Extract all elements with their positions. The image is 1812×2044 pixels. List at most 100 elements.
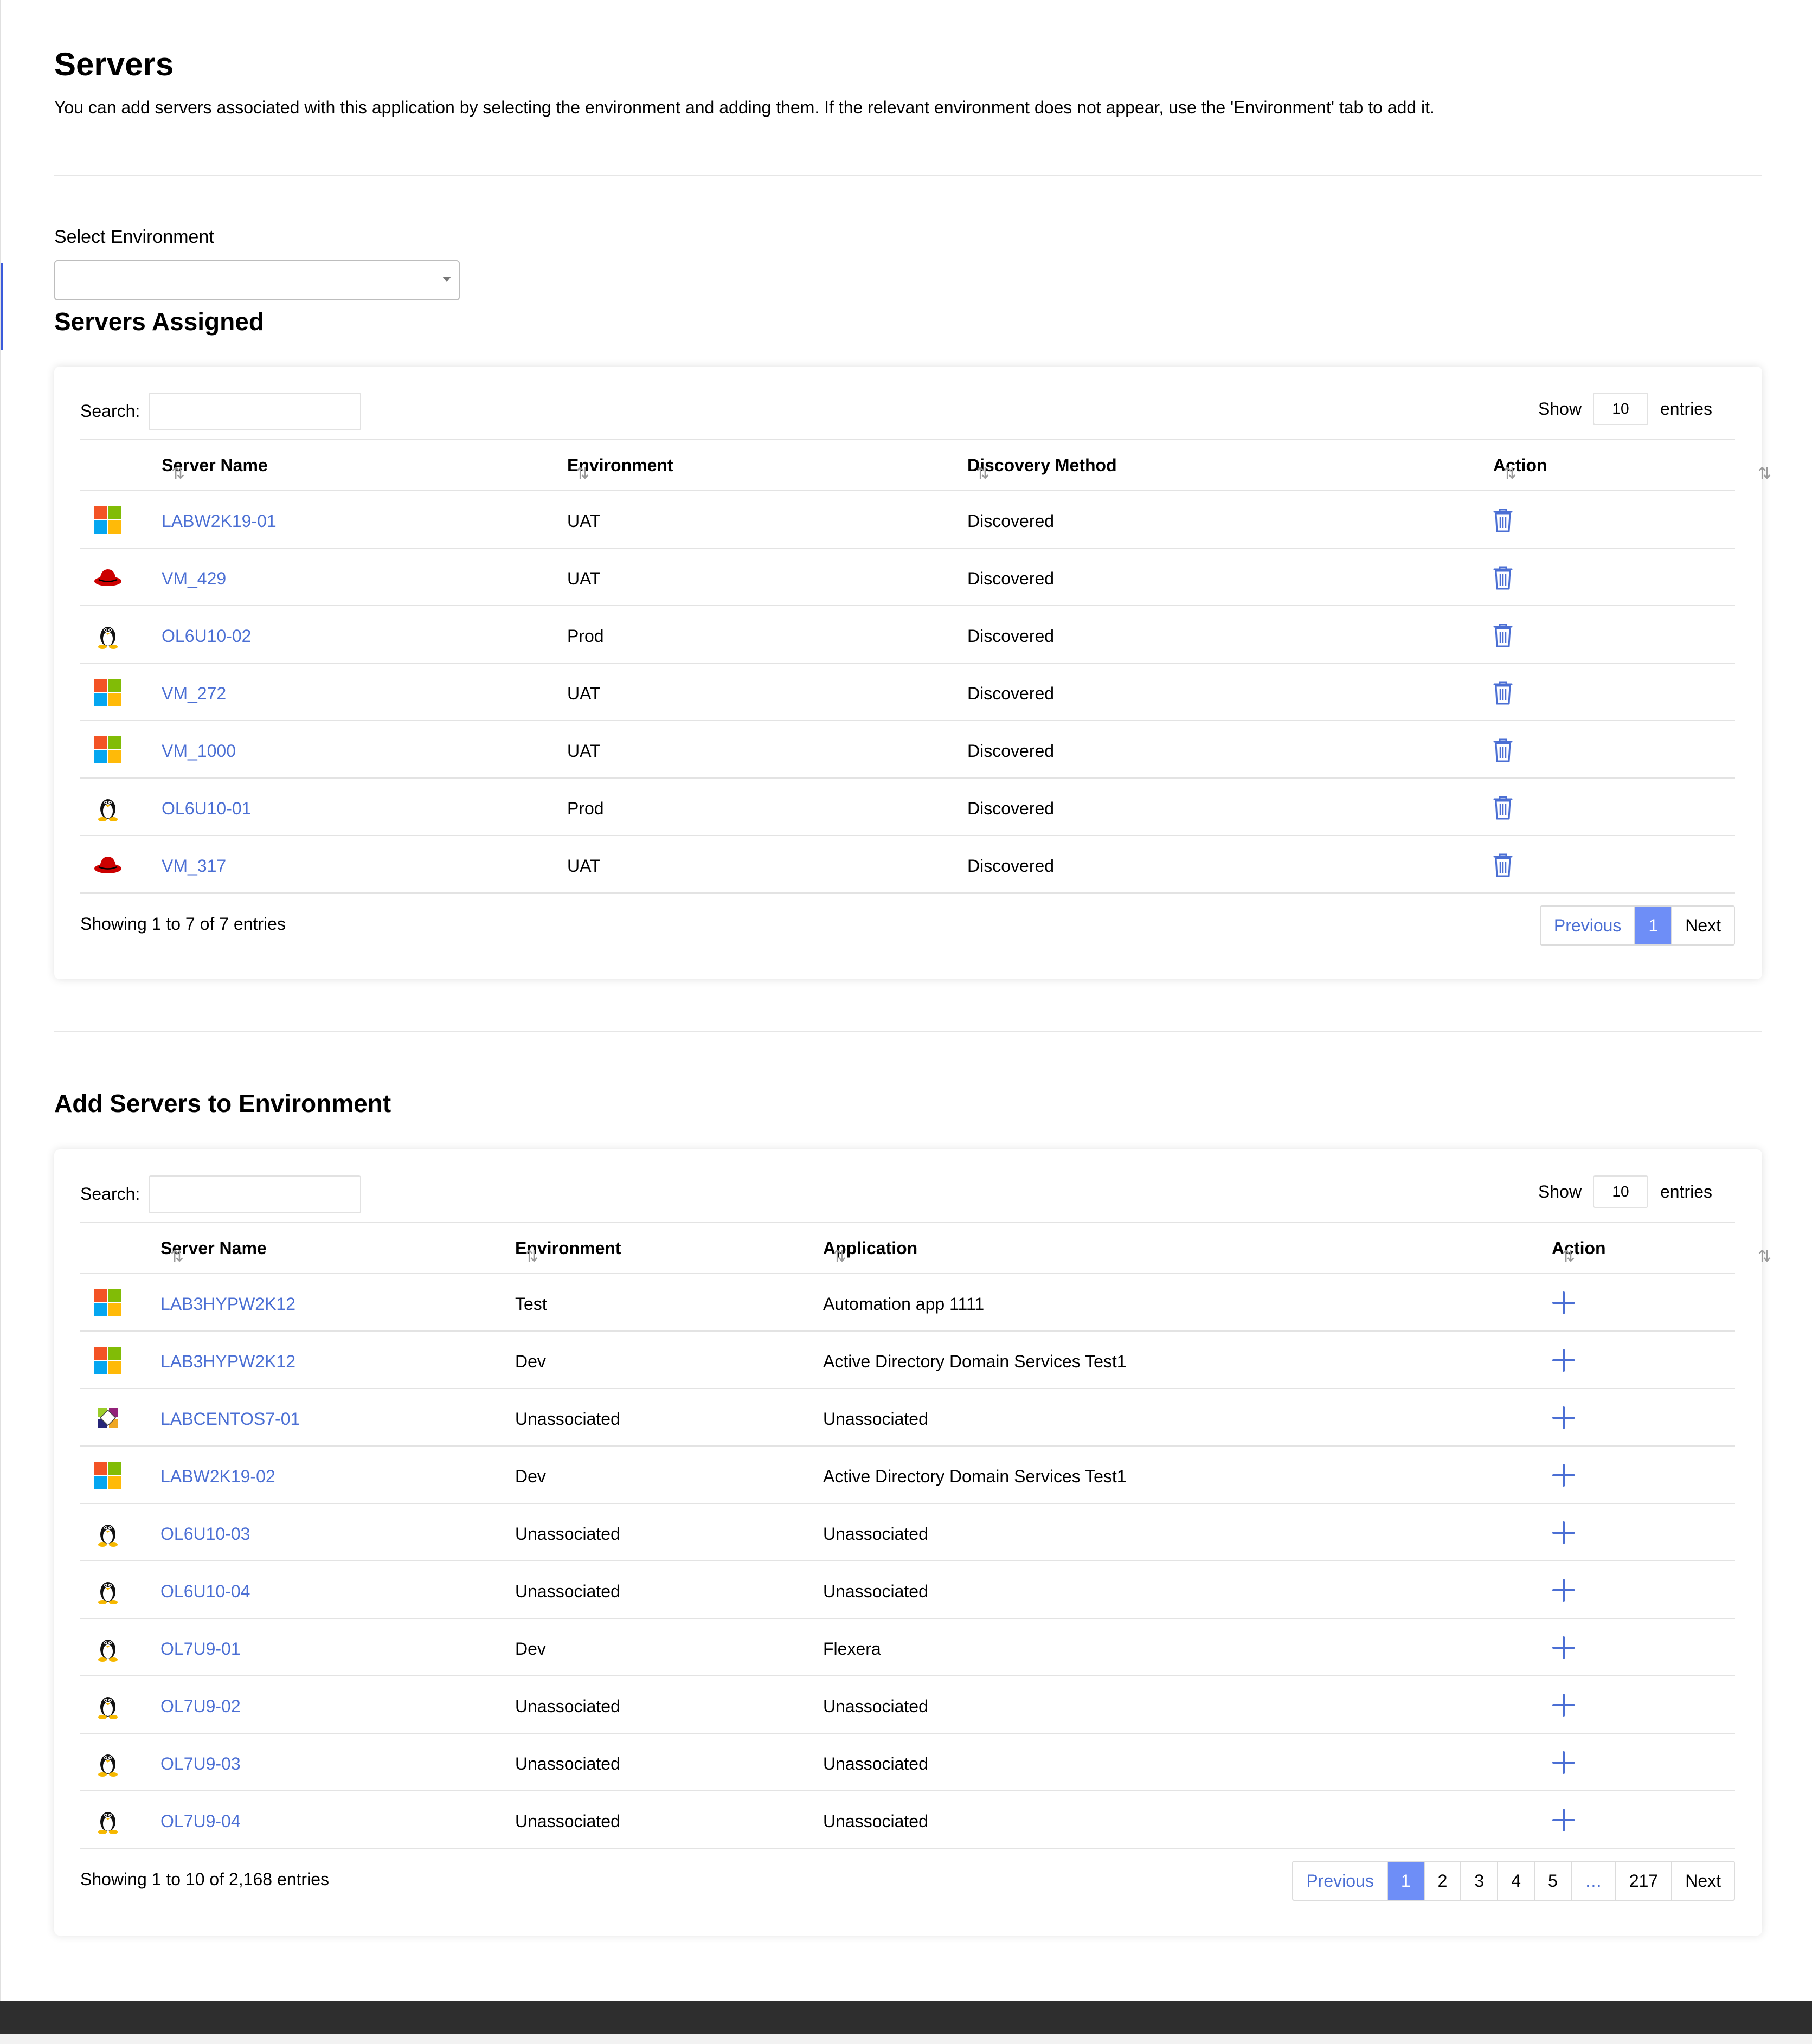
add-servers-heading: Add Servers to Environment — [54, 1089, 391, 1117]
redhat-icon — [93, 850, 123, 879]
server-name-link[interactable]: VM_317 — [162, 856, 226, 876]
plus-icon[interactable] — [1552, 1578, 1576, 1602]
plus-icon[interactable] — [1552, 1521, 1576, 1545]
application-cell: Active Directory Domain Services Test1 — [823, 1467, 1127, 1486]
page-title: Servers — [54, 46, 174, 82]
discovery-method-cell: Discovered — [967, 799, 1055, 818]
add-servers-card: Search: Show 10 entries Server Name Envir… — [54, 1149, 1771, 1936]
sort-icon[interactable]: ⇅ — [833, 1247, 846, 1266]
environment-select[interactable] — [54, 260, 460, 300]
column-header-discovery-method[interactable]: Discovery Method — [967, 455, 1117, 475]
table-row: OL7U9-01 Dev Flexera — [54, 1619, 1762, 1676]
application-cell: Flexera — [823, 1639, 881, 1659]
windows-icon — [93, 1461, 123, 1490]
discovery-method-cell: Discovered — [967, 511, 1055, 531]
plus-icon[interactable] — [1552, 1406, 1576, 1430]
server-name-link[interactable]: OL7U9-01 — [160, 1639, 241, 1659]
plus-icon[interactable] — [1552, 1463, 1576, 1487]
pagination-page[interactable]: 3 — [1461, 1862, 1499, 1900]
trash-icon[interactable] — [1492, 507, 1514, 533]
pagination-page[interactable]: 1 — [1635, 907, 1673, 944]
trash-icon[interactable] — [1492, 794, 1514, 820]
plus-icon[interactable] — [1552, 1348, 1576, 1372]
plus-icon[interactable] — [1552, 1291, 1576, 1315]
server-name-link[interactable]: LAB3HYPW2K12 — [160, 1294, 295, 1314]
pagination-page[interactable]: 5 — [1535, 1862, 1572, 1900]
show-label: Show — [1538, 399, 1582, 419]
pagination-next[interactable]: Next — [1672, 907, 1734, 944]
pagination-previous[interactable]: Previous — [1541, 907, 1636, 944]
plus-icon[interactable] — [1552, 1808, 1576, 1832]
application-cell: Unassociated — [823, 1696, 928, 1716]
entries-select[interactable]: 10 — [1593, 1175, 1648, 1208]
pagination-previous[interactable]: Previous — [1293, 1862, 1388, 1900]
trash-icon[interactable] — [1492, 622, 1514, 648]
pagination-page[interactable]: 217 — [1616, 1862, 1673, 1900]
show-label: Show — [1538, 1182, 1582, 1201]
linux-icon — [93, 1576, 123, 1605]
sort-icon[interactable]: ⇅ — [1758, 1247, 1771, 1266]
table-row: LABW2K19-01 UAT Discovered — [54, 491, 1762, 549]
sort-icon[interactable]: ⇅ — [976, 464, 989, 483]
linux-icon — [93, 1805, 123, 1835]
entries-select[interactable]: 10 — [1593, 393, 1648, 425]
column-header-action[interactable]: Action — [1552, 1238, 1606, 1258]
trash-icon[interactable] — [1492, 564, 1514, 590]
server-name-link[interactable]: VM_272 — [162, 684, 226, 704]
server-name-link[interactable]: LABW2K19-01 — [162, 511, 277, 531]
windows-icon — [93, 1346, 123, 1375]
search-label: Search: — [80, 1184, 140, 1204]
server-name-link[interactable]: OL6U10-03 — [160, 1524, 250, 1544]
sort-icon[interactable]: ⇅ — [576, 464, 589, 483]
column-header-action[interactable]: Action — [1493, 455, 1547, 475]
table-row: OL7U9-03 Unassociated Unassociated — [54, 1734, 1762, 1791]
server-name-link[interactable]: OL7U9-04 — [160, 1811, 241, 1831]
sort-icon[interactable]: ⇅ — [1562, 1247, 1575, 1266]
row-border — [80, 1848, 1735, 1849]
server-name-link[interactable]: LABW2K19-02 — [160, 1467, 275, 1487]
application-cell: Unassociated — [823, 1524, 928, 1544]
sort-icon[interactable]: ⇅ — [1503, 464, 1517, 483]
application-cell: Unassociated — [823, 1811, 928, 1831]
table-row: VM_272 UAT Discovered — [54, 664, 1762, 721]
trash-icon[interactable] — [1492, 852, 1514, 878]
left-accent-bar — [1, 263, 3, 350]
server-name-link[interactable]: OL7U9-03 — [160, 1754, 241, 1774]
server-name-link[interactable]: LAB3HYPW2K12 — [160, 1352, 295, 1372]
search-input[interactable] — [149, 393, 361, 430]
server-name-link[interactable]: VM_429 — [162, 569, 226, 589]
pagination-page[interactable]: 1 — [1387, 1862, 1425, 1900]
table-row: OL7U9-02 Unassociated Unassociated — [54, 1676, 1762, 1734]
trash-icon[interactable] — [1492, 679, 1514, 705]
entries-label: entries — [1660, 399, 1713, 419]
plus-icon[interactable] — [1552, 1636, 1576, 1660]
pagination-next[interactable]: Next — [1672, 1862, 1734, 1900]
pagination-page[interactable]: 2 — [1425, 1862, 1462, 1900]
sort-icon[interactable]: ⇅ — [1758, 464, 1771, 483]
sort-icon[interactable]: ⇅ — [525, 1247, 538, 1266]
server-name-link[interactable]: OL7U9-02 — [160, 1696, 241, 1717]
trash-icon[interactable] — [1492, 737, 1514, 763]
table-row: OL6U10-01 Prod Discovered — [54, 779, 1762, 836]
plus-icon[interactable] — [1552, 1751, 1576, 1775]
linux-icon — [93, 620, 123, 650]
select-environment-label: Select Environment — [54, 227, 214, 247]
server-name-link[interactable]: OL6U10-01 — [162, 799, 251, 819]
pagination-page[interactable]: 4 — [1498, 1862, 1535, 1900]
search-input[interactable] — [149, 1175, 361, 1213]
sort-icon[interactable]: ⇅ — [170, 1247, 184, 1266]
table-row: OL7U9-04 Unassociated Unassociated — [54, 1791, 1762, 1849]
environment-cell: Dev — [515, 1639, 546, 1659]
sort-icon[interactable]: ⇅ — [171, 464, 185, 483]
discovery-method-cell: Discovered — [967, 569, 1055, 588]
server-name-link[interactable]: OL6U10-04 — [160, 1582, 250, 1602]
status-strip — [0, 2034, 1812, 2044]
environment-cell: Prod — [567, 626, 604, 646]
server-name-link[interactable]: OL6U10-02 — [162, 626, 251, 646]
pagination: Previous 1 2 3 4 5… 217 Next — [1292, 1861, 1735, 1901]
divider — [54, 175, 1762, 176]
server-name-link[interactable]: VM_1000 — [162, 741, 236, 761]
servers-assigned-card: Search: Show 10 entries Server Name Envir… — [54, 367, 1771, 979]
plus-icon[interactable] — [1552, 1693, 1576, 1717]
server-name-link[interactable]: LABCENTOS7-01 — [160, 1409, 300, 1429]
